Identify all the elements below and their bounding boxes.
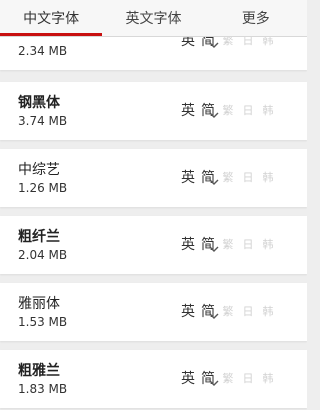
traditional-style-label: 繁 xyxy=(222,104,234,117)
download-arrow-icon[interactable] xyxy=(208,377,220,389)
font-list[interactable]: 2.34 MB 英 简 繁 日 韩 钢黑体 3.74 MB 英 简 繁 日 韩 … xyxy=(0,37,307,410)
font-list-item[interactable]: 粗纤兰 2.04 MB 英 简 繁 日 韩 xyxy=(0,216,307,274)
tab-chinese-fonts[interactable]: 中文字体 xyxy=(0,0,103,36)
download-arrow-icon[interactable] xyxy=(208,39,220,51)
download-arrow-icon[interactable] xyxy=(208,310,220,322)
download-arrow-icon[interactable] xyxy=(208,243,220,255)
english-style-label: 英 xyxy=(181,37,195,49)
font-style-badges: 英 简 繁 日 韩 xyxy=(180,100,276,120)
font-name: 中综艺 xyxy=(18,162,60,178)
korean-style-label: 韩 xyxy=(262,37,274,47)
korean-style-label: 韩 xyxy=(262,171,274,184)
font-style-badges: 英 简 繁 日 韩 xyxy=(180,368,276,388)
japanese-style-label: 日 xyxy=(242,372,254,385)
font-style-badges: 英 简 繁 日 韩 xyxy=(180,234,276,254)
font-style-badges: 英 简 繁 日 韩 xyxy=(180,37,276,50)
font-list-item[interactable]: 粗雅兰 1.83 MB 英 简 繁 日 韩 xyxy=(0,350,307,408)
font-name: 雅丽体 xyxy=(18,296,60,312)
font-style-badges: 英 简 繁 日 韩 xyxy=(180,301,276,321)
font-name: 粗雅兰 xyxy=(18,363,60,379)
english-style-label: 英 xyxy=(181,103,195,119)
font-list-item[interactable]: 中综艺 1.26 MB 英 简 繁 日 韩 xyxy=(0,149,307,207)
english-style-label: 英 xyxy=(181,371,195,387)
font-category-tabs: 中文字体 英文字体 更多 xyxy=(0,0,307,36)
font-size: 2.04 MB xyxy=(18,248,68,262)
traditional-style-label: 繁 xyxy=(222,238,234,251)
download-arrow-icon[interactable] xyxy=(208,176,220,188)
tab-label: 中文字体 xyxy=(23,11,80,27)
font-size: 1.83 MB xyxy=(18,382,68,396)
font-size: 1.26 MB xyxy=(18,181,68,195)
font-size: 2.34 MB xyxy=(18,44,68,58)
english-style-label: 英 xyxy=(181,304,195,320)
font-name: 钢黑体 xyxy=(18,95,60,111)
traditional-style-label: 繁 xyxy=(222,171,234,184)
font-size: 1.53 MB xyxy=(18,315,68,329)
font-list-item[interactable]: 2.34 MB 英 简 繁 日 韩 xyxy=(0,37,307,70)
font-list-item[interactable]: 雅丽体 1.53 MB 英 简 繁 日 韩 xyxy=(0,283,307,341)
tab-label: 英文字体 xyxy=(125,11,182,27)
english-style-label: 英 xyxy=(181,170,195,186)
font-name: 粗纤兰 xyxy=(18,229,60,245)
japanese-style-label: 日 xyxy=(242,171,254,184)
japanese-style-label: 日 xyxy=(242,104,254,117)
download-arrow-icon[interactable] xyxy=(208,109,220,121)
english-style-label: 英 xyxy=(181,237,195,253)
korean-style-label: 韩 xyxy=(262,372,274,385)
korean-style-label: 韩 xyxy=(262,238,274,251)
font-list-item[interactable]: 钢黑体 3.74 MB 英 简 繁 日 韩 xyxy=(0,82,307,140)
korean-style-label: 韩 xyxy=(262,104,274,117)
japanese-style-label: 日 xyxy=(242,238,254,251)
japanese-style-label: 日 xyxy=(242,305,254,318)
traditional-style-label: 繁 xyxy=(222,305,234,318)
traditional-style-label: 繁 xyxy=(222,372,234,385)
traditional-style-label: 繁 xyxy=(222,37,234,47)
tab-label: 更多 xyxy=(241,11,270,27)
tab-more[interactable]: 更多 xyxy=(205,0,307,36)
font-size: 3.74 MB xyxy=(18,114,68,128)
tab-english-fonts[interactable]: 英文字体 xyxy=(102,0,204,36)
japanese-style-label: 日 xyxy=(242,37,254,47)
font-style-badges: 英 简 繁 日 韩 xyxy=(180,167,276,187)
korean-style-label: 韩 xyxy=(262,305,274,318)
